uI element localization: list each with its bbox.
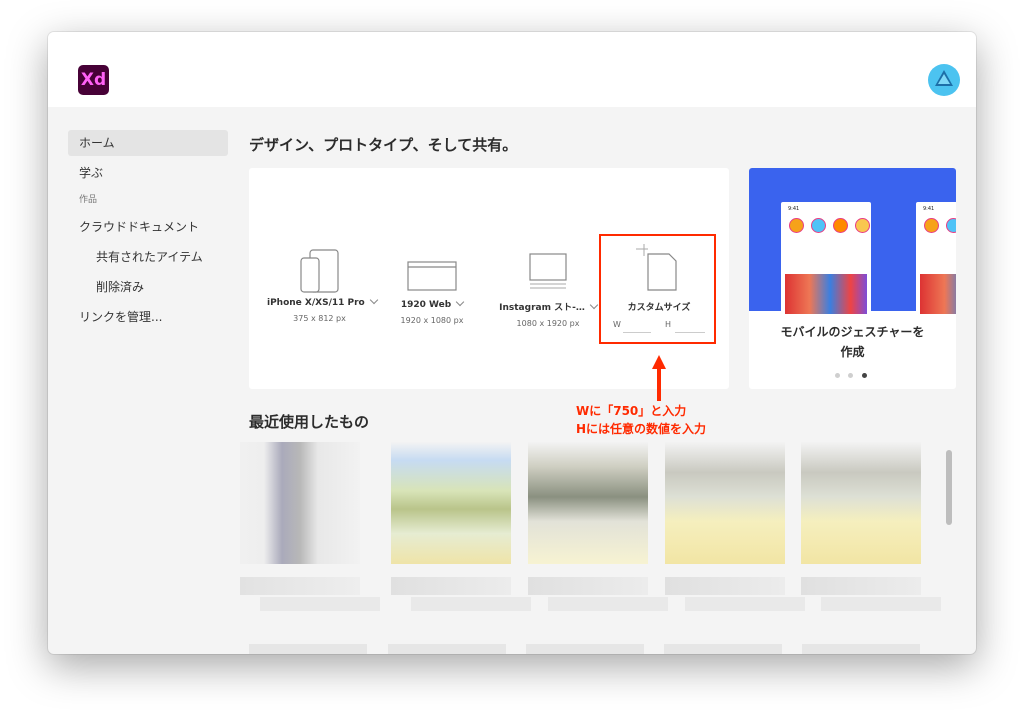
carousel-dot-active[interactable]	[862, 373, 867, 378]
creative-cloud-icon[interactable]	[928, 64, 960, 96]
chevron-down-icon[interactable]	[589, 300, 599, 310]
preset-iphone[interactable]: iPhone X/XS/11 Pro 375 x 812 px	[267, 248, 378, 323]
recent-document-meta	[260, 597, 380, 611]
phone-time: 9:41	[788, 206, 800, 212]
page-heading: デザイン、プロトタイプ、そして共有。	[249, 136, 518, 154]
carousel-banner: 9:41 9:41	[749, 168, 956, 317]
recent-document-thumbnail[interactable]	[526, 644, 644, 654]
recent-document-thumbnail[interactable]	[664, 644, 782, 654]
preset-label: Instagram スト-…	[489, 300, 607, 313]
recent-document-thumbnail[interactable]	[240, 442, 360, 564]
story-avatar	[789, 218, 804, 233]
carousel-dot[interactable]	[848, 373, 853, 378]
phone-mockup: 9:41	[781, 202, 871, 317]
story-avatar	[924, 218, 939, 233]
recent-document-thumbnail[interactable]	[528, 442, 648, 564]
instagram-story-icon	[529, 253, 567, 289]
carousel-title-line: モバイルのジェスチャーを	[780, 325, 925, 339]
annotation-arrow-shaft	[657, 368, 661, 401]
sidebar-item-home[interactable]: ホーム	[68, 130, 228, 156]
story-avatar	[833, 218, 848, 233]
sidebar-item-cloud-documents[interactable]: クラウドドキュメント	[68, 214, 228, 240]
app-header: Xd	[48, 32, 976, 107]
app-window: Xd ホーム 学ぶ 作品 クラウドドキュメント 共有されたアイテム 削除済み リ…	[48, 32, 976, 654]
height-label: H	[665, 320, 672, 329]
sidebar-item-deleted[interactable]: 削除済み	[68, 274, 228, 300]
sidebar: ホーム 学ぶ 作品 クラウドドキュメント 共有されたアイテム 削除済み リンクを…	[68, 130, 228, 334]
recent-document-thumbnail[interactable]	[802, 644, 920, 654]
recent-document-thumbnail[interactable]	[801, 442, 921, 564]
recent-document-name	[528, 577, 648, 595]
recent-document-meta	[821, 597, 941, 611]
width-label: W	[613, 320, 621, 329]
annotation-line: Hには任意の数値を入力	[576, 422, 707, 436]
phone-time: 9:41	[923, 206, 935, 212]
phone-photo	[785, 274, 867, 314]
carousel-dot[interactable]	[835, 373, 840, 378]
custom-size-fields: W H	[607, 318, 707, 334]
preset-instagram[interactable]: Instagram スト-… 1080 x 1920 px	[489, 252, 607, 328]
sidebar-section-works: 作品	[79, 195, 98, 205]
recent-document-name	[240, 577, 360, 595]
recent-title: 最近使用したもの	[249, 413, 370, 431]
story-avatar	[946, 218, 956, 233]
preset-size: 1080 x 1920 px	[516, 319, 580, 328]
phone-mockup: 9:41	[916, 202, 956, 317]
xd-logo-icon: Xd	[78, 65, 109, 95]
recent-document-name	[801, 577, 921, 595]
recent-document-thumbnail[interactable]	[249, 644, 367, 654]
chevron-down-icon[interactable]	[369, 295, 378, 305]
sidebar-item-manage-links[interactable]: リンクを管理...	[68, 304, 228, 330]
preset-label: 1920 Web	[399, 297, 465, 310]
height-input[interactable]	[675, 332, 705, 333]
phone-photo	[920, 274, 956, 314]
annotation-line: Wに「750」と入力	[576, 404, 687, 418]
width-input[interactable]	[623, 332, 651, 333]
phone-device-icon	[299, 249, 339, 293]
annotation-arrow-icon	[652, 355, 666, 369]
story-avatar	[855, 218, 870, 233]
recent-document-thumbnail[interactable]	[388, 644, 506, 654]
carousel-title: モバイルのジェスチャーを 作成	[749, 322, 956, 362]
recent-document-thumbnail[interactable]	[391, 442, 511, 564]
preset-size: 375 x 812 px	[293, 314, 346, 323]
recent-document-thumbnail[interactable]	[665, 442, 785, 564]
recent-document-name	[665, 577, 785, 595]
sidebar-item-shared[interactable]: 共有されたアイテム	[68, 244, 228, 270]
recent-document-meta	[411, 597, 531, 611]
sidebar-item-learn[interactable]: 学ぶ	[68, 160, 228, 186]
web-browser-icon	[407, 261, 457, 291]
preset-web[interactable]: 1920 Web 1920 x 1080 px	[399, 260, 465, 325]
chevron-down-icon[interactable]	[455, 297, 465, 307]
scrollbar-thumb[interactable]	[946, 450, 952, 525]
carousel-title-line: 作成	[840, 345, 865, 359]
preset-label: iPhone X/XS/11 Pro	[267, 295, 378, 308]
preset-size: 1920 x 1080 px	[400, 316, 464, 325]
recent-document-meta	[548, 597, 668, 611]
story-avatar	[811, 218, 826, 233]
annotation-text: Wに「750」と入力 Hには任意の数値を入力	[576, 402, 706, 438]
recent-document-name	[391, 577, 511, 595]
recent-document-meta	[685, 597, 805, 611]
promo-carousel[interactable]: 9:41 9:41 モバイルのジェスチャーを 作成	[749, 168, 956, 389]
